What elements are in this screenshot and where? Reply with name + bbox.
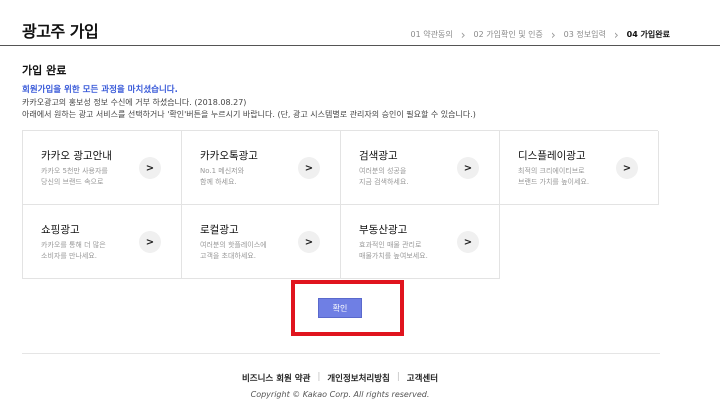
footer-link-customer-center[interactable]: 고객센터 <box>407 372 438 384</box>
section-title: 가입 완료 <box>22 64 67 77</box>
service-card-real-estate-ad[interactable]: 부동산광고 효과적인 매물 관리로 매물가치를 높여보세요. > <box>341 205 500 279</box>
instruction-text: 아래에서 원하는 광고 서비스를 선택하거나 '확인'버튼을 누르시기 바랍니다… <box>22 110 476 119</box>
arrow-right-icon[interactable]: > <box>298 157 320 179</box>
service-grid: 카카오 광고안내 카카오 5천만 사용자를 당신의 브랜드 속으로 > 카카오톡… <box>22 130 659 279</box>
page-title: 광고주 가입 <box>22 22 99 41</box>
footer-divider <box>22 353 660 354</box>
service-card-desc: 효과적인 매물 관리로 매물가치를 높여보세요. <box>359 241 428 260</box>
footer-link-privacy-policy[interactable]: 개인정보처리방침 <box>327 372 390 384</box>
chevron-right-icon: › <box>550 27 556 42</box>
service-card-display-ad[interactable]: 디스플레이광고 최적의 크리에이티브로 브랜드 가치를 높이세요. > <box>500 131 659 205</box>
footer-separator: | <box>396 372 400 382</box>
footer-separator: | <box>317 372 321 382</box>
service-card-shopping-ad[interactable]: 쇼핑광고 카카오를 통해 더 많은 소비자를 만나세요. > <box>23 205 182 279</box>
service-card-title: 검색광고 <box>359 150 398 162</box>
arrow-right-icon[interactable]: > <box>457 231 479 253</box>
step-verification: 02 가입확인 및 인증 <box>473 30 543 39</box>
service-card-local-ad[interactable]: 로컬광고 여러분의 핫플레이스에 고객을 초대하세요. > <box>182 205 341 279</box>
service-card-desc: 카카오를 통해 더 많은 소비자를 만나세요. <box>41 241 106 260</box>
footer-links: 비즈니스 회원 약관 | 개인정보처리방침 | 고객센터 <box>0 372 680 384</box>
chevron-right-icon: › <box>460 27 466 42</box>
service-card-desc: 최적의 크리에이티브로 브랜드 가치를 높이세요. <box>518 167 590 186</box>
service-card-title: 카카오 광고안내 <box>41 150 112 162</box>
service-card-title: 디스플레이광고 <box>518 150 586 162</box>
service-card-desc: 카카오 5천만 사용자를 당신의 브랜드 속으로 <box>41 167 108 186</box>
footer-link-business-terms[interactable]: 비즈니스 회원 약관 <box>242 372 310 384</box>
step-indicator: 01 약관동의 › 02 가입확인 및 인증 › 03 정보입력 › 04 가입… <box>410 27 670 42</box>
arrow-right-icon[interactable]: > <box>457 157 479 179</box>
completion-message: 회원가입을 위한 모든 과정을 마치셨습니다. <box>22 85 178 95</box>
chevron-right-icon: › <box>613 27 619 42</box>
arrow-right-icon[interactable]: > <box>139 231 161 253</box>
page-header: 광고주 가입 01 약관동의 › 02 가입확인 및 인증 › 03 정보입력 … <box>0 0 720 46</box>
step-complete: 04 가입완료 <box>626 30 670 39</box>
service-card-search-ad[interactable]: 검색광고 여러분의 성공을 지금 검색하세요. > <box>341 131 500 205</box>
service-card-title: 부동산광고 <box>359 224 408 236</box>
service-card-desc: No.1 메신저와 함께 하세요. <box>200 167 245 186</box>
arrow-right-icon[interactable]: > <box>616 157 638 179</box>
service-card-title: 쇼핑광고 <box>41 224 80 236</box>
marketing-consent-notice: 카카오광고의 홍보성 정보 수신에 거부 하셨습니다. (2018.08.27) <box>22 98 247 107</box>
service-card-desc: 여러분의 성공을 지금 검색하세요. <box>359 167 409 186</box>
confirm-button[interactable]: 확인 <box>318 298 362 318</box>
service-card-desc: 여러분의 핫플레이스에 고객을 초대하세요. <box>200 241 267 260</box>
step-terms: 01 약관동의 <box>410 30 453 39</box>
service-card-title: 로컬광고 <box>200 224 239 236</box>
service-card-title: 카카오톡광고 <box>200 150 258 162</box>
copyright-text: Copyright © Kakao Corp. All rights reser… <box>250 390 430 399</box>
service-card-kakao-ad-guide[interactable]: 카카오 광고안내 카카오 5천만 사용자를 당신의 브랜드 속으로 > <box>23 131 182 205</box>
arrow-right-icon[interactable]: > <box>298 231 320 253</box>
arrow-right-icon[interactable]: > <box>139 157 161 179</box>
service-card-kakaotalk-ad[interactable]: 카카오톡광고 No.1 메신저와 함께 하세요. > <box>182 131 341 205</box>
step-info-input: 03 정보입력 <box>563 30 606 39</box>
